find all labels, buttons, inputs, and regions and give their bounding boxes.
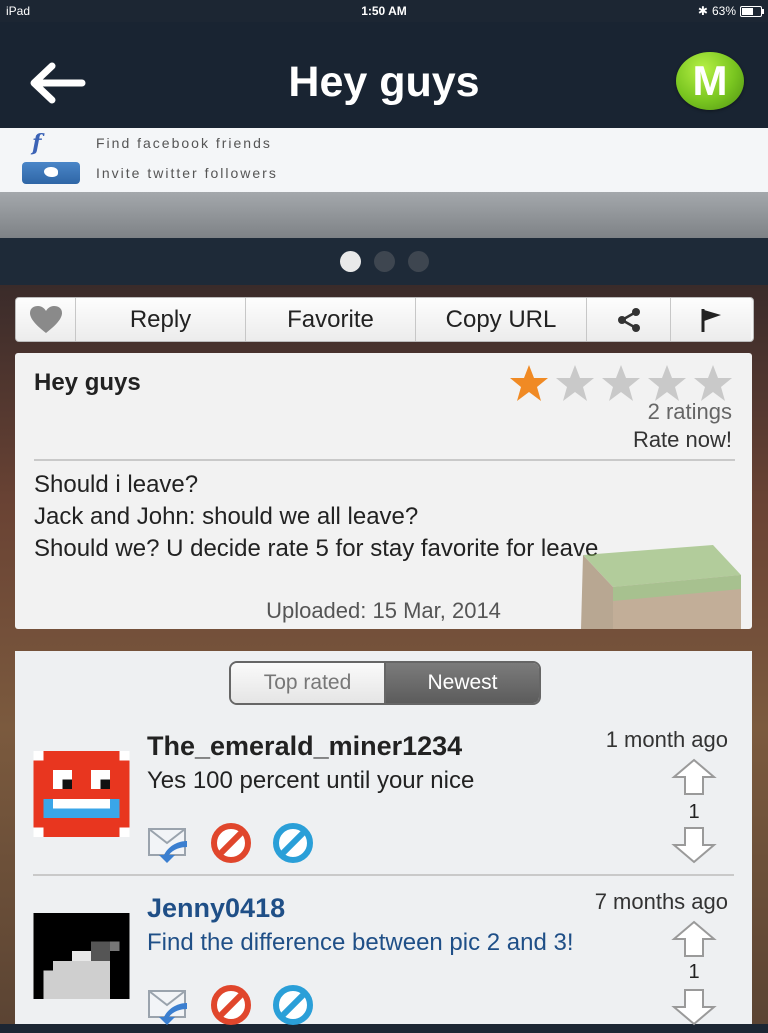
page-title: Hey guys	[288, 58, 480, 106]
facebook-label: Find facebook friends	[96, 135, 272, 151]
app-logo[interactable]: M	[676, 52, 744, 110]
pager-dot-3[interactable]	[407, 251, 429, 272]
star-filled-icon[interactable]	[508, 363, 550, 403]
vote-count: 1	[688, 961, 700, 983]
report-button[interactable]	[671, 298, 751, 341]
upvote-arrow-icon[interactable]	[671, 757, 717, 797]
edit-icon[interactable]	[271, 985, 315, 1025]
rate-now-link[interactable]: Rate now!	[633, 427, 732, 453]
block-icon[interactable]	[209, 823, 253, 863]
share-button[interactable]	[587, 298, 671, 341]
comment-sort-control: Top rated Newest	[229, 661, 541, 705]
flag-icon	[701, 308, 721, 332]
battery-percent: 63%	[711, 4, 736, 18]
vote-count: 1	[688, 801, 700, 823]
post-body-line: Should we? U decide rate 5 for stay favo…	[34, 535, 599, 562]
copy-url-button[interactable]: Copy URL	[416, 298, 587, 341]
block-icon[interactable]	[209, 985, 253, 1025]
comments-panel: Top rated Newest The_emerald_miner1234 Y…	[15, 651, 752, 1026]
comment-item: Jenny0418 Find the difference between pi…	[15, 883, 752, 1033]
status-bar: iPad 1:50 AM ✱ 63%	[0, 0, 768, 22]
reply-mail-icon[interactable]	[147, 823, 191, 863]
sort-newest-tab[interactable]: Newest	[384, 663, 539, 703]
carousel-pager	[0, 238, 768, 285]
star-empty-icon[interactable]	[692, 363, 734, 403]
comment-username[interactable]: Jenny0418	[147, 893, 285, 924]
post-body-line: Jack and John: should we all leave?	[34, 503, 419, 530]
downvote-arrow-icon[interactable]	[671, 825, 717, 865]
post-body: Should i leave? Jack and John: should we…	[34, 469, 598, 565]
action-toolbar: Reply Favorite Copy URL	[15, 297, 754, 342]
battery-icon	[740, 5, 764, 17]
sort-top-rated-tab[interactable]: Top rated	[231, 663, 384, 703]
like-button[interactable]	[16, 298, 76, 341]
comment-time: 7 months ago	[594, 889, 728, 914]
reply-button[interactable]: Reply	[76, 298, 246, 341]
avatar[interactable]	[33, 751, 130, 837]
upload-date: Uploaded: 15 Mar, 2014	[266, 598, 501, 623]
upvote-arrow-icon[interactable]	[671, 919, 717, 959]
twitter-label: Invite twitter followers	[96, 165, 278, 181]
divider	[34, 459, 735, 461]
avatar[interactable]	[33, 913, 130, 999]
comment-actions	[147, 985, 315, 1025]
status-time: 1:50 AM	[361, 4, 407, 18]
comment-text: Yes 100 percent until your nice	[147, 767, 475, 794]
heart-icon	[29, 305, 62, 333]
favorite-button[interactable]: Favorite	[246, 298, 416, 341]
ratings-count: 2 ratings	[647, 399, 732, 424]
post-body-line: Should i leave?	[34, 471, 199, 498]
star-empty-icon[interactable]	[646, 363, 688, 403]
downvote-arrow-icon[interactable]	[671, 987, 717, 1027]
divider	[33, 874, 734, 876]
rating-stars[interactable]	[508, 363, 734, 403]
twitter-icon	[22, 162, 80, 184]
comment-time: 1 month ago	[605, 727, 728, 752]
post-card: Hey guys 2 ratings Rate now! Should i le…	[15, 353, 752, 629]
nav-header: Hey guys M	[0, 22, 768, 128]
star-empty-icon[interactable]	[600, 363, 642, 403]
facebook-icon: f	[32, 130, 42, 156]
pager-dot-2[interactable]	[373, 251, 395, 272]
image-carousel-strip[interactable]	[0, 192, 768, 238]
comment-text: Find the difference between pic 2 and 3!	[147, 929, 574, 956]
comment-item: The_emerald_miner1234 Yes 100 percent un…	[15, 721, 752, 871]
facebook-row[interactable]: f Find facebook friends	[0, 128, 272, 158]
post-title: Hey guys	[34, 369, 141, 396]
social-banner[interactable]: f Find facebook friends Invite twitter f…	[0, 128, 768, 192]
share-icon	[617, 307, 640, 332]
comment-actions	[147, 823, 315, 863]
twitter-row[interactable]: Invite twitter followers	[0, 158, 278, 188]
pager-dot-1[interactable]	[339, 251, 361, 272]
bluetooth-icon: ✱	[697, 4, 708, 18]
edit-icon[interactable]	[271, 823, 315, 863]
comment-username[interactable]: The_emerald_miner1234	[147, 731, 462, 762]
star-empty-icon[interactable]	[554, 363, 596, 403]
reply-mail-icon[interactable]	[147, 985, 191, 1025]
battery-indicator: ✱ 63%	[697, 4, 764, 18]
